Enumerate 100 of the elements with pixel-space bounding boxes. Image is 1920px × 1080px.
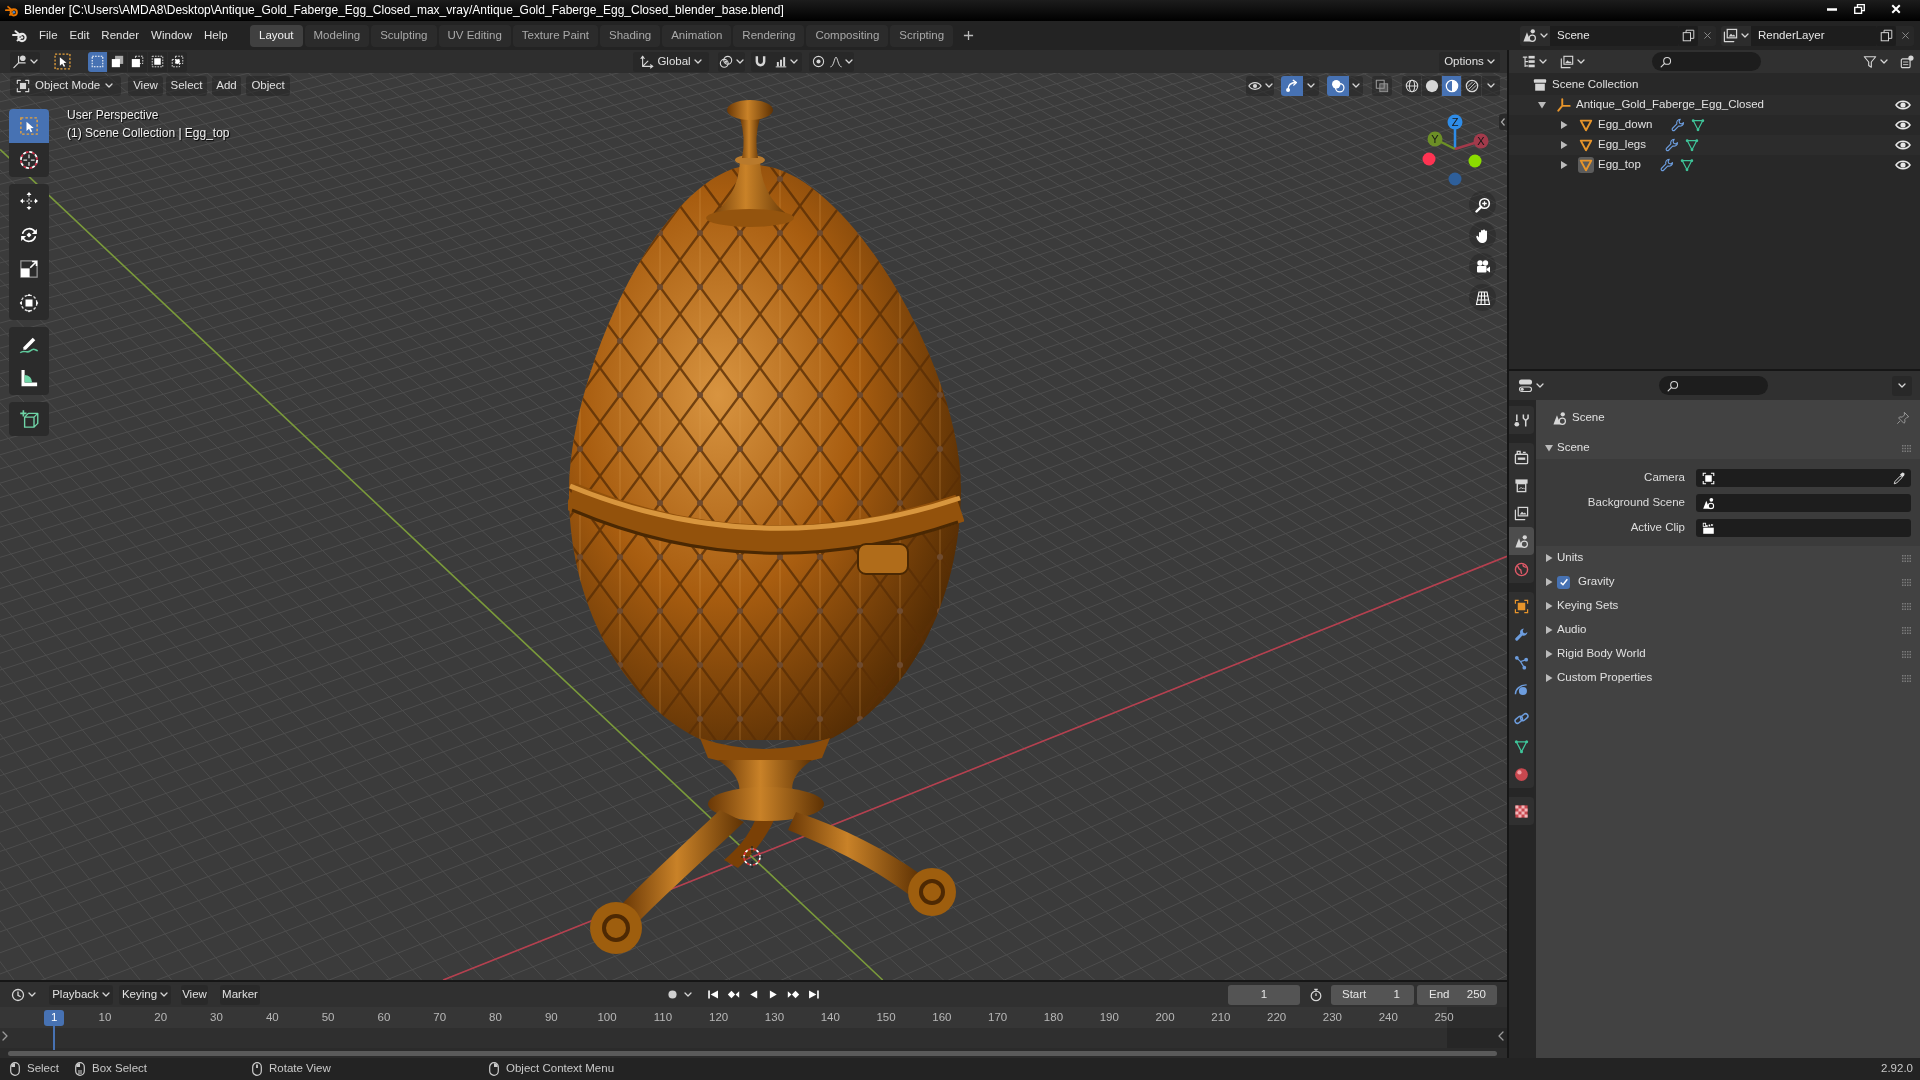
view-layer-browse-button[interactable] [1721,25,1751,46]
collapse-arrow-icon[interactable] [1499,114,1507,130]
display-mode-dropdown[interactable] [1558,54,1587,69]
mesh-data-icon[interactable] [1679,158,1694,172]
editor-type-button[interactable] [1520,54,1549,69]
outliner-item[interactable]: Egg_legs [1598,138,1646,152]
disclosure-triangle-icon[interactable] [1560,141,1568,149]
menu-item[interactable]: Add [212,75,241,96]
menu-item[interactable]: View [128,75,163,96]
editor-type-button[interactable] [1516,378,1546,393]
zoom-button[interactable] [1469,191,1496,218]
workspace-tab[interactable]: Texture Paint [512,24,598,47]
axis-ball[interactable]: Z [1447,114,1463,130]
disclosure-triangle-icon[interactable] [1545,554,1553,562]
panel-title[interactable]: Scene [1557,441,1590,455]
disclosure-triangle-icon[interactable] [1538,101,1546,109]
3d-cursor-icon[interactable] [741,846,763,868]
outliner-item[interactable]: Egg_top [1598,158,1641,172]
menu-dropdown[interactable]: Keying [119,984,171,1005]
panel-title[interactable]: Custom Properties [1557,671,1653,685]
disclosure-triangle-icon[interactable] [1545,578,1553,586]
selection-mode-button[interactable] [148,51,167,72]
disclosure-triangle-icon[interactable] [1560,161,1568,169]
overlay-toggle[interactable] [1327,75,1349,96]
perspective-toggle-button[interactable] [1469,284,1496,311]
triangle-icon[interactable] [1579,158,1593,172]
wrench-icon[interactable] [1671,118,1686,132]
new-collection-button[interactable] [1899,54,1914,69]
drag-handle-icon[interactable] [1902,602,1911,610]
wrench-icon[interactable] [1659,158,1674,172]
tool-button[interactable] [9,286,49,320]
menu-dropdown[interactable]: Playback [49,984,113,1005]
disclosure-triangle-icon[interactable] [1545,650,1553,658]
object-field[interactable] [1696,469,1911,487]
start-frame-field[interactable]: Start 1 [1331,984,1414,1005]
scene-browse-button[interactable] [1520,25,1550,46]
current-frame-field[interactable]: 1 [1228,984,1300,1005]
options-dropdown[interactable]: Options [1439,51,1500,72]
workspace-tab[interactable]: Scripting [890,24,954,47]
mesh-data-icon[interactable] [1691,118,1706,132]
panel-options-dropdown[interactable] [1892,375,1912,396]
visibility-dropdown[interactable] [1246,75,1274,96]
filter-dropdown[interactable] [1861,54,1890,69]
pan-button[interactable] [1469,222,1496,249]
unlink-button[interactable] [1698,25,1716,46]
menu-item[interactable]: Render [95,25,146,46]
transform-orientation-dropdown[interactable]: Global [633,51,709,72]
outliner-item[interactable]: Scene Collection [1552,78,1639,92]
search-field[interactable] [1652,52,1761,71]
panel-title[interactable]: Units [1557,551,1584,565]
selection-mode-button[interactable] [168,51,187,72]
menu-item[interactable]: Select [166,75,207,96]
editor-type-button[interactable] [10,51,40,72]
mode-dropdown[interactable]: Object Mode [10,75,121,96]
drag-handle-icon[interactable] [1902,674,1911,682]
axis-ball[interactable]: Y [1427,131,1443,147]
gizmo-toggle[interactable] [1281,75,1303,96]
unlink-button[interactable] [1896,25,1914,46]
duplicate-button[interactable] [1678,25,1698,46]
tool-button[interactable] [9,402,49,436]
shading-mode-button[interactable] [1442,75,1461,96]
workspace-tab[interactable]: Sculpting [371,24,437,47]
axis-ball[interactable] [1422,152,1436,166]
proportional-edit-toggle[interactable] [809,51,828,72]
overlay-options-dropdown[interactable] [1349,75,1363,96]
drag-handle-icon[interactable] [1902,626,1911,634]
falloff-dropdown[interactable] [828,51,854,72]
workspace-tab[interactable]: UV Editing [438,24,511,47]
scrollbar-thumb[interactable] [8,1050,1497,1056]
menu-item[interactable]: Window [145,25,198,46]
shading-mode-button[interactable] [1402,75,1421,96]
disclosure-triangle-icon[interactable] [1545,674,1553,682]
triangle-icon[interactable] [1579,118,1593,132]
menu-item[interactable]: Object [246,75,290,96]
snap-target-dropdown[interactable] [770,51,802,72]
disclosure-triangle-icon[interactable] [1545,602,1553,610]
disclosure-triangle-icon[interactable] [1545,626,1553,634]
selection-mode-button[interactable] [128,51,147,72]
workspace-tab[interactable]: Rendering [733,24,805,47]
selection-mode-button[interactable] [88,51,107,72]
checkbox[interactable] [1557,575,1570,589]
playhead[interactable]: 1 [44,1010,65,1026]
shading-mode-button[interactable] [1422,75,1441,96]
end-frame-field[interactable]: End 250 [1417,984,1497,1005]
editor-type-button[interactable] [10,987,37,1002]
panel-title[interactable]: Audio [1557,623,1587,637]
tool-button[interactable] [9,143,49,177]
disclosure-triangle-icon[interactable] [1560,121,1568,129]
workspace-tab[interactable]: Layout [250,24,303,47]
scene-name-field[interactable]: Scene [1550,25,1678,46]
camera-view-button[interactable] [1469,253,1496,280]
selection-mode-button[interactable] [108,51,127,72]
view-layer-name-field[interactable]: RenderLayer [1751,25,1876,46]
use-preview-range-button[interactable] [1308,987,1324,1002]
snap-toggle[interactable] [751,51,770,72]
search-field[interactable] [1659,376,1768,395]
disclosure-triangle-icon[interactable] [1545,444,1553,452]
workspace-tab[interactable]: Shading [600,24,661,47]
shading-mode-button[interactable] [1462,75,1481,96]
mesh-data-icon[interactable] [1684,138,1699,152]
